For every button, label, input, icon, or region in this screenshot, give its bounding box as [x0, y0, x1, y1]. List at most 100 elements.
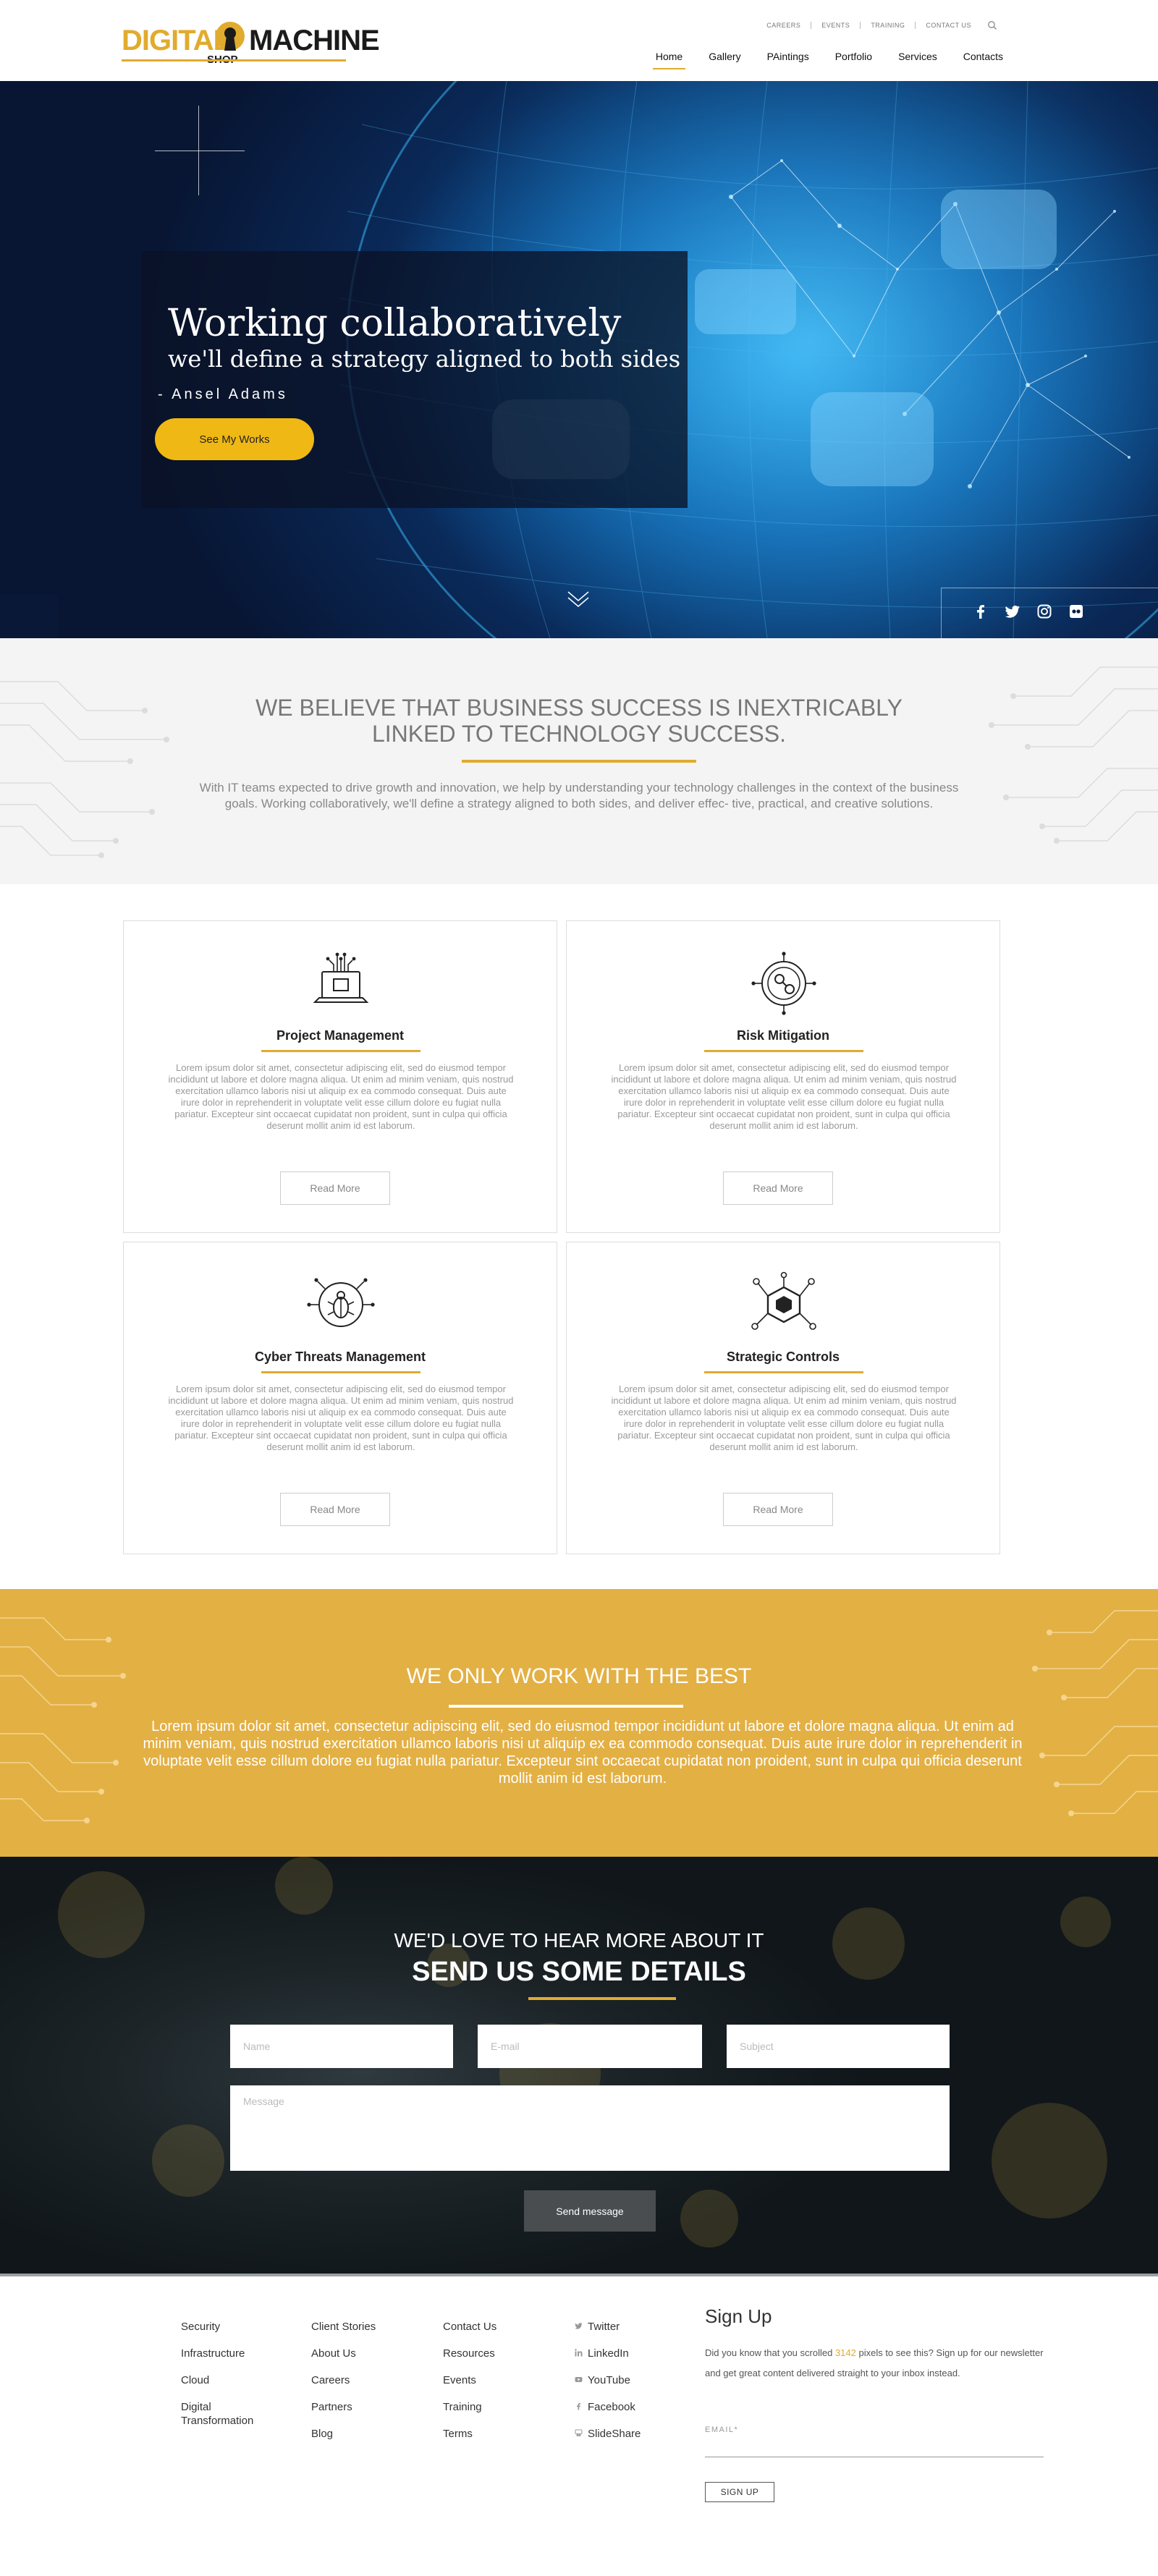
- nav-item-gallery[interactable]: Gallery: [709, 51, 740, 69]
- scroll-count: 3142: [834, 2347, 856, 2358]
- util-link-training[interactable]: TRAINING: [861, 22, 916, 29]
- contact-subtitle: WE'D LOVE TO HEAR MORE ABOUT IT: [394, 1929, 764, 1952]
- facebook-icon: [577, 2403, 580, 2410]
- footer-link-slideshare[interactable]: SlideShare: [575, 2427, 676, 2441]
- footer-link-careers[interactable]: Careers: [311, 2373, 405, 2387]
- twitter-icon[interactable]: [1005, 603, 1020, 619]
- signup-title: Sign Up: [705, 2305, 772, 2327]
- card-title: Project Management: [276, 1028, 405, 1043]
- mission-divider: [462, 760, 696, 763]
- nav-item-home[interactable]: Home: [652, 51, 686, 69]
- footer-column-services: Security Infrastructure Cloud Digital Tr…: [181, 2320, 275, 2441]
- footer-link-terms[interactable]: Terms: [443, 2427, 537, 2441]
- main-nav: Home Gallery PAintings Portfolio Service…: [652, 51, 1003, 69]
- circuit-decoration-left: [0, 681, 169, 858]
- read-more-button[interactable]: Read More: [723, 1493, 833, 1526]
- instagram-icon[interactable]: [1036, 603, 1052, 619]
- circuit-decoration-right: [1032, 1610, 1158, 1816]
- site-footer: Security Infrastructure Cloud Digital Tr…: [0, 2274, 1158, 2576]
- footer-link-twitter[interactable]: Twitter: [575, 2320, 676, 2334]
- hero-quote-author: - Ansel Adams: [158, 386, 288, 402]
- util-link-events[interactable]: EVENTS: [811, 22, 861, 29]
- card-divider: [261, 1050, 420, 1052]
- contact-divider: [528, 1997, 676, 2000]
- card-title: Strategic Controls: [726, 1350, 840, 1364]
- hexagon-network-icon: [751, 1271, 816, 1330]
- service-card-risk-mitigation: Risk Mitigation Lorem ipsum dolor sit am…: [566, 920, 1000, 1233]
- card-divider: [704, 1050, 863, 1052]
- utility-nav: CAREERS EVENTS TRAINING CONTACT US: [756, 20, 997, 30]
- subject-field[interactable]: [727, 2025, 950, 2068]
- flickr-icon[interactable]: [1068, 603, 1084, 619]
- sign-up-button[interactable]: SIGN UP: [705, 2482, 774, 2502]
- service-card-project-management: Project Management Lorem ipsum dolor sit…: [123, 920, 557, 1233]
- contact-title: SEND US SOME DETAILS: [412, 1957, 746, 1987]
- facebook-icon[interactable]: [973, 603, 989, 619]
- footer-link-blog[interactable]: Blog: [311, 2427, 405, 2441]
- laptop-circuit-icon: [313, 952, 369, 1003]
- scroll-down-chevron-icon[interactable]: [566, 588, 591, 609]
- footer-link-infrastructure[interactable]: Infrastructure: [181, 2347, 275, 2360]
- footer-link-linkedin[interactable]: LinkedIn: [575, 2347, 676, 2360]
- footer-link-cloud[interactable]: Cloud: [181, 2373, 275, 2387]
- footer-link-training[interactable]: Training: [443, 2400, 537, 2414]
- footer-link-digital-transformation[interactable]: Digital Transformation: [181, 2400, 275, 2428]
- footer-link-security[interactable]: Security: [181, 2320, 275, 2334]
- slideshare-icon: [575, 2429, 583, 2436]
- nav-item-services[interactable]: Services: [898, 51, 937, 69]
- footer-column-company: Client Stories About Us Careers Partners…: [311, 2320, 405, 2454]
- footer-link-youtube[interactable]: YouTube: [575, 2373, 676, 2387]
- footer-column-social: Twitter LinkedIn YouTube Facebook SlideS…: [575, 2320, 676, 2454]
- footer-link-about-us[interactable]: About Us: [311, 2347, 405, 2360]
- mission-section: WE BELIEVE THAT BUSINESS SUCCESS IS INEX…: [0, 638, 1158, 884]
- network-circle-icon: [751, 952, 816, 1015]
- circuit-decoration-right: [989, 666, 1158, 844]
- footer-link-label: YouTube: [588, 2374, 630, 2386]
- signup-text-before: Did you know that you scrolled: [705, 2347, 835, 2358]
- footer-link-client-stories[interactable]: Client Stories: [311, 2320, 405, 2334]
- footer-link-contact-us[interactable]: Contact Us: [443, 2320, 537, 2334]
- see-my-works-button[interactable]: See My Works: [155, 418, 314, 460]
- read-more-button[interactable]: Read More: [723, 1172, 833, 1205]
- nav-item-contacts[interactable]: Contacts: [963, 51, 1003, 69]
- partners-text: Lorem ipsum dolor sit amet, consectetur …: [143, 1719, 1023, 1787]
- hero-subheadline: we'll define a strategy aligned to both …: [168, 345, 681, 373]
- nav-item-paintings[interactable]: PAintings: [767, 51, 809, 69]
- footer-link-events[interactable]: Events: [443, 2373, 537, 2387]
- logo-word-machine: MACHINE: [249, 25, 380, 56]
- card-text: Lorem ipsum dolor sit amet, consectetur …: [168, 1062, 514, 1131]
- util-link-careers[interactable]: CAREERS: [756, 22, 812, 29]
- partners-divider: [449, 1705, 683, 1708]
- read-more-button[interactable]: Read More: [280, 1172, 390, 1205]
- nav-item-portfolio[interactable]: Portfolio: [835, 51, 872, 69]
- logo-underline: [122, 59, 346, 62]
- signup-description: Did you know that you scrolled 3142 pixe…: [705, 2343, 1045, 2384]
- site-header: DIGITAL MACHINE SHOP CAREERS EVENTS TRAI…: [0, 0, 1158, 81]
- send-message-button[interactable]: Send message: [524, 2190, 656, 2232]
- card-title: Cyber Threats Management: [254, 1350, 426, 1364]
- email-label: EMAIL*: [705, 2425, 739, 2434]
- card-text: Lorem ipsum dolor sit amet, consectetur …: [168, 1384, 514, 1452]
- message-field[interactable]: [230, 2085, 950, 2171]
- mission-title: WE BELIEVE THAT BUSINESS SUCCESS IS INEX…: [255, 695, 903, 747]
- footer-link-partners[interactable]: Partners: [311, 2400, 405, 2414]
- services-section: Project Management Lorem ipsum dolor sit…: [0, 884, 1158, 1589]
- hero-social-links: [973, 603, 1084, 619]
- card-title: Risk Mitigation: [736, 1028, 829, 1043]
- hero-banner: Working collaboratively we'll define a s…: [0, 81, 1158, 638]
- site-logo[interactable]: DIGITAL MACHINE SHOP: [122, 19, 380, 69]
- email-field[interactable]: [478, 2025, 702, 2068]
- footer-column-resources: Contact Us Resources Events Training Ter…: [443, 2320, 537, 2454]
- service-card-strategic-controls: Strategic Controls Lorem ipsum dolor sit…: [566, 1242, 1000, 1554]
- search-icon[interactable]: [987, 20, 997, 30]
- footer-link-resources[interactable]: Resources: [443, 2347, 537, 2360]
- footer-link-label: SlideShare: [588, 2428, 641, 2440]
- footer-link-label: Twitter: [588, 2321, 620, 2333]
- footer-link-facebook[interactable]: Facebook: [575, 2400, 676, 2414]
- name-field[interactable]: [230, 2025, 453, 2068]
- read-more-button[interactable]: Read More: [280, 1493, 390, 1526]
- hero-text-overlay: [142, 251, 688, 508]
- newsletter-email-input[interactable]: [705, 2437, 1044, 2457]
- util-link-contact-us[interactable]: CONTACT US: [916, 22, 981, 29]
- partners-banner: WE ONLY WORK WITH THE BEST Lorem ipsum d…: [0, 1589, 1158, 1857]
